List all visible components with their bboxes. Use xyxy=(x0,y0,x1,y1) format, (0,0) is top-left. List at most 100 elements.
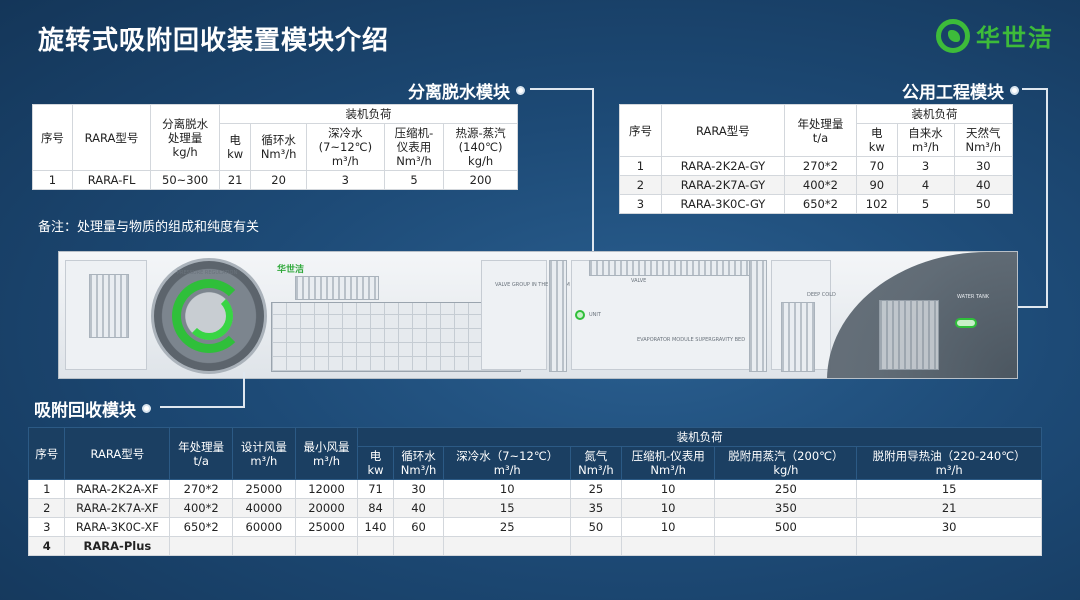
rotary-adsorption-unit-illustration: PRESSURE REGULATION 华世洁 VALVE GROUP IN T… xyxy=(58,251,1018,379)
col-load: 装机负荷 xyxy=(219,104,518,124)
note-text: 备注：处理量与物质的组成和纯度有关 xyxy=(38,220,260,235)
table-row: 3 RARA-3K0C-GY 650*2 102 5 50 xyxy=(619,194,1014,214)
callout-label: 分离脱水模块 xyxy=(408,83,510,103)
table-cell: 1 xyxy=(32,170,73,190)
table-cell: 400*2 xyxy=(169,498,233,518)
machine-label: EVAPORATOR MODULE SUPERGRAVITY BED xyxy=(637,337,746,343)
table-cell xyxy=(392,536,445,556)
table-cell xyxy=(570,536,622,556)
col-model: RARA型号 xyxy=(660,104,785,157)
table-cell: 50~300 xyxy=(150,170,221,190)
adsorption-spec-table: 序号 RARA型号 年处理量 t/a 设计风量 m³/h 最小风量 m³/h 装机负荷… xyxy=(27,427,1042,556)
table-cell: 10 xyxy=(620,498,716,518)
table-cell: 270*2 xyxy=(169,479,233,499)
leader-line xyxy=(160,406,245,408)
status-indicator xyxy=(575,310,585,320)
callout-adsorption-module: 吸附回收模块 xyxy=(34,396,151,421)
table-cell: RARA-2K7A-GY xyxy=(660,175,785,195)
table-cell: 84 xyxy=(357,498,394,518)
table-cell xyxy=(443,536,572,556)
table-cell: 35 xyxy=(570,498,622,518)
col-load-sub: 深冷水 (7~12℃) m³/h xyxy=(305,123,385,171)
table-row: 2 RARA-2K7A-GY 400*2 90 4 40 xyxy=(619,175,1014,195)
table-row: 2 RARA-2K7A-XF 400*2 40000 20000 84 40 15 35 10 35… xyxy=(27,498,1042,518)
col-capacity: 年处理量 t/a xyxy=(169,427,233,480)
machine-label: PRESSURE REGULATION xyxy=(177,270,238,276)
table-cell: 30 xyxy=(392,479,445,499)
col-capacity: 年处理量 t/a xyxy=(783,104,857,157)
table-row: 1 RARA-FL 50~300 21 20 3 5 200 xyxy=(32,170,518,190)
col-load: 装机负荷 xyxy=(357,427,1042,447)
table-cell: 3 xyxy=(896,156,955,176)
table-cell xyxy=(714,536,858,556)
table-cell: 270*2 xyxy=(783,156,857,176)
table-cell: RARA-2K7A-XF xyxy=(64,498,171,518)
table-cell xyxy=(357,536,394,556)
table-cell: 50 xyxy=(570,517,622,537)
machine-grill xyxy=(749,260,767,372)
utility-spec-table: 序号 RARA型号 年处理量 t/a 装机负荷 电 kw 自来水 m³/h 天然气 Nm³/… xyxy=(619,104,1014,214)
table-cell xyxy=(856,536,1042,556)
table-cell: 5 xyxy=(383,170,445,190)
table-cell: 3 xyxy=(619,194,662,214)
leader-line xyxy=(530,88,594,90)
table-cell: 40 xyxy=(392,498,445,518)
table-cell: 10 xyxy=(443,479,572,499)
table-cell: 15 xyxy=(856,479,1042,499)
table-cell: 40 xyxy=(953,175,1014,195)
table-cell: 350 xyxy=(714,498,858,518)
table-cell: 10 xyxy=(620,517,716,537)
table-cell: 10 xyxy=(620,479,716,499)
table-cell: 4 xyxy=(896,175,955,195)
table-cell: 30 xyxy=(953,156,1014,176)
status-indicator xyxy=(955,318,977,328)
machine-panel xyxy=(481,260,547,370)
table-cell: 40000 xyxy=(232,498,296,518)
callout-dot xyxy=(516,86,525,95)
logo-text: 华世洁 xyxy=(976,24,1054,52)
table-cell: 60 xyxy=(392,517,445,537)
col-model: RARA型号 xyxy=(71,104,152,171)
col-load: 装机负荷 xyxy=(855,104,1014,124)
machine-label: UNIT xyxy=(589,312,601,318)
callout-utility-module: 公用工程模块 xyxy=(902,78,1019,103)
table-cell: 21 xyxy=(219,170,252,190)
col-load-sub: 压缩机-仪表用Nm³/h xyxy=(383,123,445,171)
table-cell: 5 xyxy=(896,194,955,214)
separation-spec-table: 序号 RARA型号 分离脱水 处理量 kg/h 装机负荷 电 kw 循环水 Nm³/h 深冷… xyxy=(32,104,518,190)
table-cell: RARA-FL xyxy=(71,170,152,190)
table-cell: 2 xyxy=(619,175,662,195)
col-seq: 序号 xyxy=(32,104,73,171)
table-cell: 70 xyxy=(855,156,898,176)
table-cell: 4 xyxy=(27,536,66,556)
machine-label: DEEP COLD xyxy=(807,292,836,298)
table-cell: 25000 xyxy=(294,517,359,537)
callout-dot xyxy=(142,404,151,413)
huashijie-logo-icon xyxy=(936,18,970,53)
col-load-sub: 热源-蒸汽 (140℃) kg/h xyxy=(443,123,518,171)
table-cell: 20000 xyxy=(294,498,359,518)
table-cell: 71 xyxy=(357,479,394,499)
machine-label: WATER TANK xyxy=(957,294,990,300)
callout-dot xyxy=(1010,86,1019,95)
col-load-sub: 脱附用蒸汽（200℃） kg/h xyxy=(714,446,858,480)
table-cell: 25000 xyxy=(232,479,296,499)
table-cell: 12000 xyxy=(294,479,359,499)
col-load-sub: 天然气 Nm³/h xyxy=(953,123,1014,157)
col-load-sub: 压缩机-仪表用Nm³/h xyxy=(620,446,716,480)
leader-line xyxy=(592,88,594,264)
table-row: 1 RARA-2K2A-GY 270*2 70 3 30 xyxy=(619,156,1014,176)
page-title: 旋转式吸附回收装置模块介绍 xyxy=(38,26,390,56)
table-cell: 25 xyxy=(570,479,622,499)
machine-brand: 华世洁 xyxy=(277,265,305,275)
table-cell: 90 xyxy=(855,175,898,195)
table-cell: RARA-3K0C-XF xyxy=(64,517,171,537)
leader-line xyxy=(243,372,245,408)
col-design-air: 设计风量 m³/h xyxy=(232,427,296,480)
col-load-sub: 脱附用导热油（220-240℃） m³/h xyxy=(856,446,1042,480)
callout-label: 公用工程模块 xyxy=(902,83,1004,103)
machine-grill xyxy=(549,260,567,372)
col-model: RARA型号 xyxy=(64,427,171,480)
table-cell: 50 xyxy=(953,194,1014,214)
table-cell xyxy=(232,536,296,556)
